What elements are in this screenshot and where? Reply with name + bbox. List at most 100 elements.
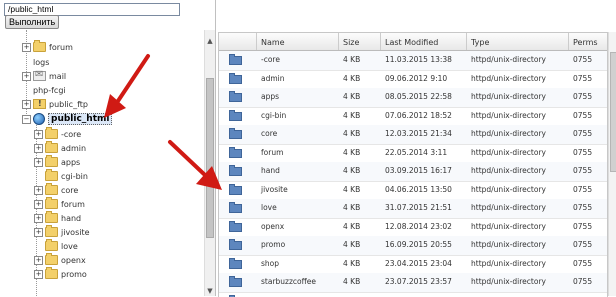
folder-icon — [45, 255, 58, 265]
header-type[interactable]: Type — [467, 33, 569, 50]
expand-icon — [22, 86, 31, 95]
tree-item-label: forum — [49, 43, 73, 52]
cell-perms: 0755 — [569, 292, 607, 297]
header-last-modified[interactable]: Last Modified — [381, 33, 467, 50]
table-row[interactable]: jivosite4 KB04.06.2015 13:50httpd/unix-d… — [219, 181, 607, 201]
table-row[interactable]: admin4 KB09.06.2012 9:10httpd/unix-direc… — [219, 70, 607, 90]
cell-name: forum — [257, 144, 339, 162]
table-row[interactable]: forum4 KB22.05.2014 3:11httpd/unix-direc… — [219, 144, 607, 164]
tree-item-label: php-fcgi — [33, 86, 66, 95]
table-row[interactable]: cgi-bin4 KB07.06.2012 18:52httpd/unix-di… — [219, 107, 607, 127]
cell-modified: 23.04.2015 23:04 — [381, 255, 467, 273]
mail-icon — [33, 71, 46, 81]
directory-icon — [229, 167, 242, 176]
header-name[interactable]: Name — [257, 33, 339, 50]
cell-size: 4 KB — [339, 255, 381, 273]
header-icon-col — [219, 33, 257, 50]
tree-item-label: logs — [33, 58, 49, 67]
cell-type: httpd/unix-directory — [467, 236, 569, 254]
tree-item[interactable]: +core — [34, 183, 78, 197]
expand-icon[interactable]: + — [34, 200, 43, 209]
expand-icon[interactable]: + — [34, 228, 43, 237]
table-row[interactable]: static4 KB22.10.2012 1:19httpd/unix-dire… — [219, 292, 607, 297]
table-row[interactable]: promo4 KB16.09.2015 20:55httpd/unix-dire… — [219, 236, 607, 256]
folder-icon — [45, 227, 58, 237]
table-row[interactable]: shop4 KB23.04.2015 23:04httpd/unix-direc… — [219, 255, 607, 275]
cell-size: 4 KB — [339, 218, 381, 236]
folder-icon — [45, 199, 58, 209]
scroll-thumb[interactable] — [610, 52, 616, 172]
cell-modified: 23.07.2015 23:57 — [381, 273, 467, 291]
tree-item[interactable]: logs — [22, 55, 49, 69]
cell-name: starbuzzcoffee — [257, 273, 339, 291]
tree-item[interactable]: love — [34, 239, 78, 253]
table-header: Name Size Last Modified Type Perms — [219, 33, 607, 51]
tree-item[interactable]: +mail — [22, 69, 66, 83]
folder-icon — [45, 143, 58, 153]
tree-item[interactable]: +jivosite — [34, 225, 90, 239]
cell-perms: 0755 — [569, 51, 607, 69]
tree-item[interactable]: +admin — [34, 141, 86, 155]
expand-icon[interactable]: + — [34, 158, 43, 167]
folder-icon — [45, 157, 58, 167]
expand-icon[interactable]: + — [22, 72, 31, 81]
cell-modified: 22.05.2014 3:11 — [381, 144, 467, 162]
tree-item[interactable]: + forum — [22, 40, 73, 54]
tree-item[interactable]: +hand — [34, 211, 81, 225]
tree-item[interactable]: +promo — [34, 267, 87, 281]
tree-item[interactable]: + openx — [34, 253, 86, 267]
tree-item[interactable]: +forum — [34, 197, 85, 211]
cell-name: hand — [257, 162, 339, 180]
expand-icon[interactable]: + — [22, 43, 31, 52]
header-perms[interactable]: Perms — [569, 33, 607, 50]
tree-item[interactable]: cgi-bin — [34, 169, 88, 183]
header-size[interactable]: Size — [339, 33, 381, 50]
tree-item-label: cgi-bin — [61, 172, 88, 181]
cell-modified: 09.06.2012 9:10 — [381, 70, 467, 88]
cell-size: 4 KB — [339, 181, 381, 199]
cell-modified: 11.03.2015 13:38 — [381, 51, 467, 69]
tree-item[interactable]: +public_ftp — [22, 97, 88, 111]
scroll-down-icon[interactable]: ▼ — [205, 286, 215, 296]
expand-icon[interactable]: + — [34, 270, 43, 279]
tree-item[interactable]: −public_html — [22, 112, 112, 126]
cell-modified: 07.06.2012 18:52 — [381, 107, 467, 125]
tree-item[interactable]: + -core — [34, 127, 81, 141]
cell-name: love — [257, 199, 339, 217]
folder-icon — [45, 213, 58, 223]
cell-modified: 03.09.2015 16:17 — [381, 162, 467, 180]
cell-perms: 0755 — [569, 199, 607, 217]
scroll-up-icon[interactable]: ▲ — [205, 36, 215, 46]
cell-type: httpd/unix-directory — [467, 88, 569, 106]
table-row[interactable]: love4 KB31.07.2015 21:51httpd/unix-direc… — [219, 199, 607, 219]
table-row[interactable]: -core4 KB11.03.2015 13:38httpd/unix-dire… — [219, 51, 607, 71]
cell-perms: 0755 — [569, 218, 607, 236]
table-row[interactable]: hand4 KB03.09.2015 16:17httpd/unix-direc… — [219, 162, 607, 182]
path-bar: Выполнить — [0, 0, 210, 30]
expand-icon[interactable]: + — [34, 144, 43, 153]
folder-icon — [33, 42, 46, 52]
table-row[interactable]: apps4 KB08.05.2015 22:58httpd/unix-direc… — [219, 88, 607, 108]
cell-type: httpd/unix-directory — [467, 107, 569, 125]
expand-icon[interactable]: + — [34, 186, 43, 195]
table-row[interactable]: starbuzzcoffee4 KB23.07.2015 23:57httpd/… — [219, 273, 607, 293]
tree-item-label: openx — [61, 256, 86, 265]
scroll-thumb[interactable] — [206, 78, 214, 238]
tree-item[interactable]: +apps — [34, 155, 80, 169]
cell-type: httpd/unix-directory — [467, 162, 569, 180]
cell-type: httpd/unix-directory — [467, 218, 569, 236]
expand-icon[interactable]: + — [34, 256, 43, 265]
expand-icon[interactable]: + — [22, 100, 31, 109]
cell-size: 4 KB — [339, 162, 381, 180]
execute-button[interactable]: Выполнить — [5, 15, 59, 29]
tree-item-label: -core — [61, 130, 81, 139]
tree-scrollbar[interactable]: ▲ ▼ — [204, 30, 215, 296]
file-list-scrollbar[interactable] — [608, 32, 616, 296]
expand-icon[interactable]: + — [34, 130, 43, 139]
table-row[interactable]: openx4 KB12.08.2014 23:02httpd/unix-dire… — [219, 218, 607, 238]
table-row[interactable]: core4 KB12.03.2015 21:34httpd/unix-direc… — [219, 125, 607, 145]
tree-item-label: love — [61, 242, 78, 251]
collapse-icon[interactable]: − — [22, 115, 31, 124]
expand-icon[interactable]: + — [34, 214, 43, 223]
tree-item[interactable]: php-fcgi — [22, 83, 66, 97]
